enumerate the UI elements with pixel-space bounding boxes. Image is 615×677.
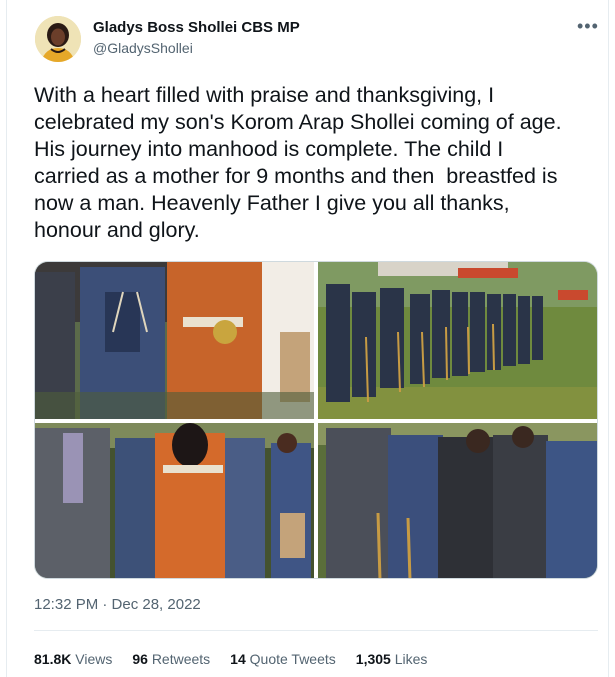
tweet-timestamp[interactable]: 12:32 PM · Dec 28, 2022 (34, 596, 201, 613)
avatar[interactable] (35, 16, 81, 62)
likes-stat[interactable]: 1,305 Likes (356, 651, 428, 667)
photo-3[interactable] (35, 423, 314, 578)
photo-1[interactable] (35, 262, 314, 419)
divider (34, 630, 598, 631)
retweets-count: 96 (132, 651, 148, 667)
quote-tweets-count: 14 (230, 651, 246, 667)
photo-4[interactable] (318, 423, 597, 578)
author-handle[interactable]: @GladysShollei (93, 40, 193, 56)
views-stat: 81.8K Views (34, 651, 112, 667)
author-name[interactable]: Gladys Boss Shollei CBS MP (93, 19, 300, 36)
tweet-stats: 81.8K Views 96 Retweets 14 Quote Tweets … (34, 651, 447, 667)
tweet-text: With a heart filled with praise and than… (34, 83, 562, 242)
views-label: Views (75, 651, 113, 667)
tweet-card: Gladys Boss Shollei CBS MP @GladysSholle… (6, 0, 609, 677)
retweets-stat[interactable]: 96 Retweets (132, 651, 210, 667)
quote-tweets-label: Quote Tweets (249, 651, 336, 667)
likes-label: Likes (394, 651, 428, 667)
photo-2[interactable] (318, 262, 597, 419)
quote-tweets-stat[interactable]: 14 Quote Tweets (230, 651, 336, 667)
likes-count: 1,305 (355, 651, 391, 667)
views-count: 81.8K (34, 651, 72, 667)
more-options-icon[interactable]: ••• (577, 16, 599, 37)
retweets-label: Retweets (151, 651, 211, 667)
media-grid (34, 261, 598, 579)
